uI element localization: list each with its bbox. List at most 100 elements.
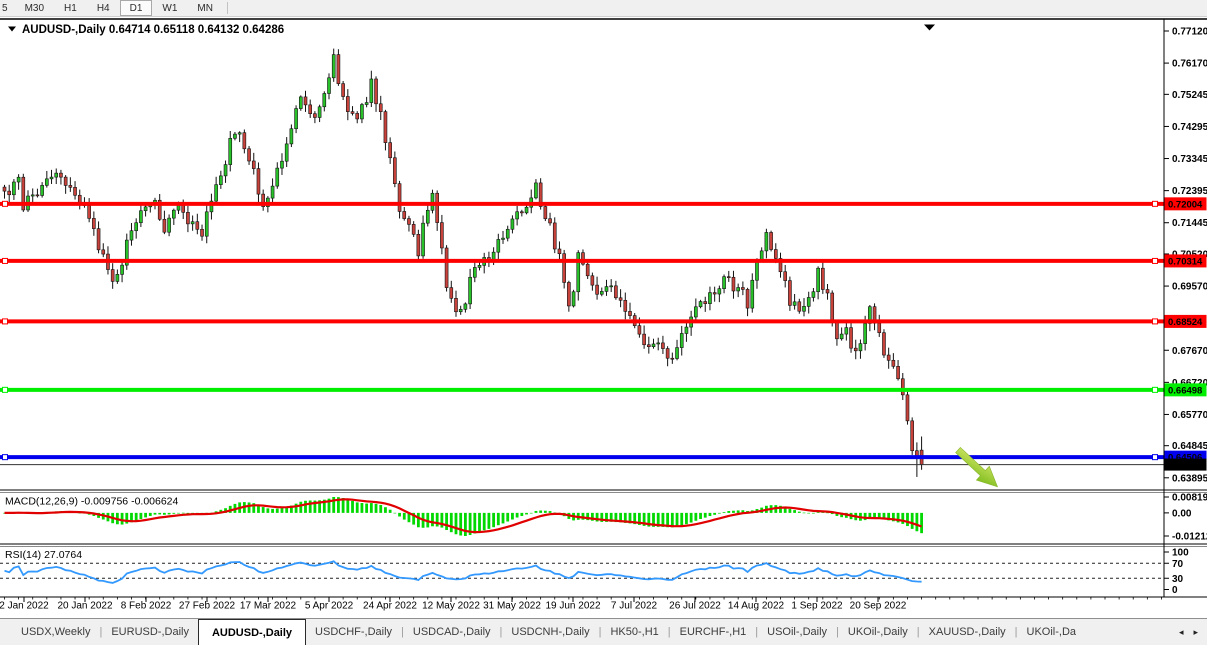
candle-body bbox=[398, 184, 401, 212]
hline-handle[interactable] bbox=[1153, 201, 1158, 206]
tab-usdchf-daily[interactable]: USDCHF-,Daily bbox=[306, 619, 401, 645]
candle-body bbox=[661, 343, 664, 349]
hline-handle[interactable] bbox=[1153, 387, 1158, 392]
candle-body bbox=[525, 207, 528, 213]
price-tick-label: 0.75245 bbox=[1172, 90, 1207, 101]
candle-body bbox=[252, 161, 255, 169]
macd-histogram-bar bbox=[803, 513, 806, 514]
candle-body bbox=[135, 223, 138, 231]
tab-usoil-daily[interactable]: USOil-,Daily bbox=[758, 619, 836, 645]
tf-button-d1[interactable]: D1 bbox=[120, 0, 153, 16]
candle-body bbox=[784, 272, 787, 281]
macd-histogram-bar bbox=[351, 501, 354, 513]
macd-histogram-bar bbox=[389, 510, 392, 513]
tf-button-h4[interactable]: H4 bbox=[87, 0, 120, 16]
candle-body bbox=[850, 328, 853, 349]
tab-eurusd-daily[interactable]: EURUSD-,Daily bbox=[102, 619, 198, 645]
macd-histogram-bar bbox=[473, 513, 476, 534]
tf-button-w1[interactable]: W1 bbox=[152, 0, 187, 16]
candle-body bbox=[69, 185, 72, 187]
candle-body bbox=[59, 173, 62, 177]
macd-histogram-bar bbox=[549, 511, 552, 513]
candle-body bbox=[708, 293, 711, 304]
candle-body bbox=[299, 97, 302, 109]
macd-histogram-bar bbox=[299, 502, 302, 513]
candle-body bbox=[389, 143, 392, 158]
price-tick-label: 0.65770 bbox=[1172, 410, 1207, 421]
tab-usdcad-daily[interactable]: USDCAD-,Daily bbox=[404, 619, 500, 645]
tf-button-5[interactable]: 5 bbox=[0, 0, 15, 16]
tab-usdcnh-daily[interactable]: USDCNH-,Daily bbox=[502, 619, 598, 645]
price-tick-label: 0.73345 bbox=[1172, 154, 1207, 165]
candle-body bbox=[741, 288, 744, 290]
tab-ukoil-daily[interactable]: UKOil-,Daily bbox=[839, 619, 917, 645]
hline-handle[interactable] bbox=[1153, 319, 1158, 324]
candle-body bbox=[436, 193, 439, 222]
candle-body bbox=[619, 298, 622, 300]
date-label: 20 Sep 2022 bbox=[850, 601, 907, 612]
hline-handle[interactable] bbox=[1153, 455, 1158, 460]
macd-histogram-bar bbox=[121, 513, 124, 525]
price-tick-label: 0.67670 bbox=[1172, 346, 1207, 357]
tab-usdx-weekly[interactable]: USDX,Weekly bbox=[12, 619, 99, 645]
candle-body bbox=[798, 302, 801, 311]
candle-body bbox=[243, 133, 246, 149]
candle-body bbox=[365, 103, 368, 105]
rsi-axis-label: 30 bbox=[1172, 574, 1184, 585]
date-label: 20 Jan 2022 bbox=[57, 601, 112, 612]
candle-body bbox=[271, 186, 274, 198]
date-label: 26 Jul 2022 bbox=[669, 601, 721, 612]
candle-body bbox=[229, 138, 232, 164]
candle-body bbox=[375, 79, 378, 104]
tf-button-m30[interactable]: M30 bbox=[15, 0, 54, 16]
candle-body bbox=[356, 113, 359, 119]
tab-xauusd-daily[interactable]: XAUUSD-,Daily bbox=[920, 619, 1015, 645]
macd-histogram-bar bbox=[539, 511, 542, 513]
candle-body bbox=[464, 304, 467, 309]
candle-body bbox=[196, 222, 199, 230]
candle-body bbox=[864, 323, 867, 343]
hline-handle[interactable] bbox=[3, 258, 8, 263]
candle-body bbox=[64, 177, 67, 185]
tab-scroll-right-icon[interactable]: ▸ bbox=[1188, 625, 1203, 640]
macd-histogram-bar bbox=[727, 511, 730, 513]
candle-body bbox=[97, 229, 100, 250]
macd-histogram-bar bbox=[163, 513, 166, 515]
candle-body bbox=[445, 248, 448, 288]
macd-histogram-bar bbox=[262, 507, 265, 513]
tf-button-h1[interactable]: H1 bbox=[54, 0, 87, 16]
candle-body bbox=[191, 222, 194, 224]
candle-body bbox=[318, 107, 321, 118]
tab-scroll-left-icon[interactable]: ◂ bbox=[1174, 625, 1189, 640]
candle-body bbox=[826, 289, 829, 293]
hline-handle[interactable] bbox=[3, 455, 8, 460]
tab-ukoil-da[interactable]: UKOil-,Da bbox=[1018, 619, 1086, 645]
tf-button-mn[interactable]: MN bbox=[187, 0, 223, 16]
candle-body bbox=[567, 282, 570, 305]
macd-histogram-bar bbox=[379, 505, 382, 513]
candle-body bbox=[8, 191, 11, 195]
hline-handle[interactable] bbox=[3, 201, 8, 206]
hline-handle[interactable] bbox=[3, 387, 8, 392]
tab-hk50-h1[interactable]: HK50-,H1 bbox=[601, 619, 667, 645]
candle-body bbox=[116, 274, 119, 281]
macd-histogram-bar bbox=[901, 513, 904, 524]
candle-body bbox=[558, 249, 561, 254]
candle-body bbox=[600, 291, 603, 294]
tab-eurchf-h1[interactable]: EURCHF-,H1 bbox=[671, 619, 756, 645]
macd-histogram-bar bbox=[506, 513, 509, 522]
candle-body bbox=[111, 270, 114, 282]
candle-body bbox=[732, 277, 735, 291]
candle-body bbox=[577, 253, 580, 292]
candle-body bbox=[351, 112, 354, 114]
price-tick-label: 0.76170 bbox=[1172, 59, 1207, 70]
date-label: 19 Jun 2022 bbox=[545, 601, 600, 612]
hline-handle[interactable] bbox=[1153, 258, 1158, 263]
macd-histogram-bar bbox=[488, 513, 491, 529]
tab-audusd-daily[interactable]: AUDUSD-,Daily bbox=[198, 619, 306, 645]
price-tick-label: 0.74295 bbox=[1172, 122, 1207, 133]
candle-body bbox=[342, 84, 345, 97]
current-price-axis-label-text: 0.64286 bbox=[1168, 460, 1202, 471]
hline-handle[interactable] bbox=[3, 319, 8, 324]
candle-body bbox=[459, 309, 462, 311]
